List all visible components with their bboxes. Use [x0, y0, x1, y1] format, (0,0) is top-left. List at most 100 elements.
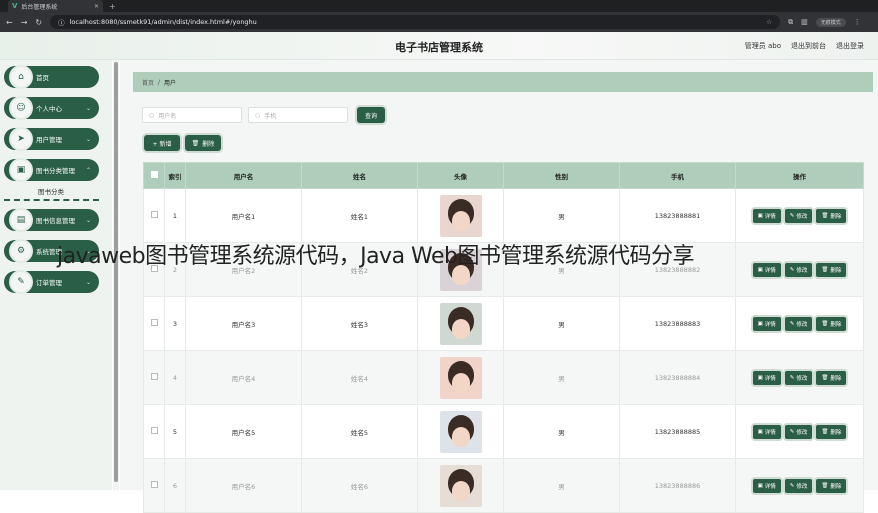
extensions-icon[interactable]: ⧉: [788, 18, 793, 27]
cell-actions: ▣ 详情 ✎ 修改 🗑 删除: [735, 458, 864, 513]
avatar[interactable]: [439, 356, 482, 399]
bookmark-star-icon[interactable]: ☆: [766, 18, 772, 26]
sidebar-item-orders[interactable]: ✎ 订单管理 ⌄: [4, 271, 99, 293]
row-checkbox[interactable]: [143, 404, 165, 459]
row-checkbox[interactable]: [143, 296, 165, 351]
edit-button[interactable]: ✎ 修改: [784, 316, 813, 331]
detail-button[interactable]: ▣ 详情: [752, 370, 781, 385]
breadcrumb: 首页 / 用户: [133, 72, 873, 92]
avatar[interactable]: [439, 410, 482, 453]
new-tab-icon[interactable]: +: [109, 2, 116, 11]
edit-icon: ✎: [789, 266, 795, 273]
cell-index: 1: [164, 188, 186, 243]
cell-name: 姓名6: [301, 458, 418, 513]
edit-label: 修改: [796, 267, 808, 274]
detail-button[interactable]: ▣ 详情: [752, 262, 781, 277]
sidebar-item-users[interactable]: ➤ 用户管理 ⌄: [4, 128, 99, 150]
cell-actions: ▣ 详情 ✎ 修改 🗑 删除: [735, 404, 864, 459]
scrollbar-thumb[interactable]: [114, 62, 118, 482]
edit-button[interactable]: ✎ 修改: [784, 424, 813, 439]
sidebar-item-label: 首页: [36, 74, 49, 82]
cell-gender: 男: [503, 350, 620, 405]
browser-tab[interactable]: V 后台管理系统 ✕: [8, 0, 103, 12]
edit-button[interactable]: ✎ 修改: [784, 478, 813, 493]
detail-button[interactable]: ▣ 详情: [752, 208, 781, 223]
row-checkbox[interactable]: [143, 188, 165, 243]
url-field[interactable]: ⓘ localhost:8080/ssmetk91/admin/dist/ind…: [50, 15, 781, 29]
sidebar: ⌂ 首页 ☺ 个人中心 ⌄ ➤ 用户管理 ⌄ ▣ 图书分类管理 ⌃ 图书分类 ▤…: [0, 60, 112, 490]
cell-index: 6: [164, 458, 186, 513]
chevron-down-icon: ⌄: [85, 278, 91, 286]
forward-icon[interactable]: →: [21, 18, 28, 27]
sidebar-scrollbar[interactable]: [113, 60, 119, 490]
chevron-down-icon: ⌄: [85, 216, 91, 224]
trash-icon: 🗑: [821, 320, 829, 327]
col-header-avatar: 头像: [417, 162, 504, 189]
batch-delete-button[interactable]: 🗑 删除: [185, 135, 221, 151]
back-icon[interactable]: ←: [6, 18, 13, 27]
vue-logo-icon: V: [12, 2, 18, 10]
user-icon: ☺: [11, 98, 31, 118]
breadcrumb-current: 用户: [164, 79, 177, 87]
select-all-checkbox[interactable]: [143, 162, 165, 189]
delete-label: 删除: [830, 375, 842, 382]
sidebar-item-label: 图书信息管理: [36, 217, 75, 225]
username-placeholder: 用户名: [158, 112, 177, 120]
sidepanel-icon[interactable]: ▥: [801, 18, 808, 26]
site-info-icon[interactable]: ⓘ: [58, 17, 65, 27]
detail-icon: ▣: [757, 374, 763, 381]
browser-tab-bar: V 后台管理系统 ✕ +: [0, 0, 878, 12]
menu-icon[interactable]: ⋮: [854, 18, 861, 26]
close-icon[interactable]: ✕: [94, 3, 99, 10]
delete-button[interactable]: 🗑 删除: [816, 262, 847, 277]
detail-label: 详情: [764, 213, 776, 220]
delete-label: 删除: [830, 213, 842, 220]
detail-button[interactable]: ▣ 详情: [752, 424, 781, 439]
sidebar-item-book-category[interactable]: ▣ 图书分类管理 ⌃: [4, 159, 99, 181]
delete-button[interactable]: 🗑 删除: [816, 424, 847, 439]
sidebar-item-label: 用户管理: [36, 136, 62, 144]
delete-button[interactable]: 🗑 删除: [816, 208, 847, 223]
username-search-input[interactable]: ○ 用户名: [142, 107, 242, 123]
admin-label: 管理员 abo: [744, 42, 781, 50]
delete-label: 删除: [830, 321, 842, 328]
app-header: 电子书店管理系统 管理员 abo 退出到前台 退出登录: [0, 32, 878, 60]
sidebar-item-home[interactable]: ⌂ 首页: [4, 66, 99, 88]
edit-icon: ✎: [789, 428, 795, 435]
detail-label: 详情: [764, 375, 776, 382]
edit-button[interactable]: ✎ 修改: [784, 370, 813, 385]
avatar[interactable]: [439, 302, 482, 345]
detail-button[interactable]: ▣ 详情: [752, 316, 781, 331]
edit-icon: ✎: [789, 320, 795, 327]
edit-icon: ✎: [789, 482, 795, 489]
breadcrumb-home[interactable]: 首页: [142, 78, 154, 87]
delete-button[interactable]: 🗑 删除: [816, 478, 847, 493]
add-button[interactable]: + 新增: [144, 135, 180, 151]
table-header-row: 索引 用户名 姓名 头像 性别 手机 操作: [143, 162, 864, 189]
avatar[interactable]: [439, 464, 482, 507]
edit-button[interactable]: ✎ 修改: [784, 262, 813, 277]
sidebar-item-book-info[interactable]: ▤ 图书信息管理 ⌄: [4, 209, 99, 231]
logout-link[interactable]: 退出登录: [836, 41, 864, 51]
cell-phone: 13823888883: [619, 296, 736, 351]
reload-icon[interactable]: ↻: [35, 18, 42, 27]
edit-button[interactable]: ✎ 修改: [784, 208, 813, 223]
row-checkbox[interactable]: [143, 350, 165, 405]
trash-icon: 🗑: [821, 212, 829, 219]
search-button[interactable]: 查询: [357, 107, 385, 123]
avatar[interactable]: [439, 194, 482, 237]
phone-search-input[interactable]: ○ 手机: [248, 107, 348, 123]
delete-button[interactable]: 🗑 删除: [816, 316, 847, 331]
row-checkbox[interactable]: [143, 458, 165, 513]
delete-button[interactable]: 🗑 删除: [816, 370, 847, 385]
sidebar-item-profile[interactable]: ☺ 个人中心 ⌄: [4, 97, 99, 119]
detail-button[interactable]: ▣ 详情: [752, 478, 781, 493]
settings-icon: ⚙: [11, 241, 31, 261]
to-front-link[interactable]: 退出到前台: [791, 41, 826, 51]
main-content: 首页 / 用户 ○ 用户名 ○ 手机 查询 + 新增 🗑 删除 索引 用户名 姓…: [120, 60, 878, 513]
profile-button[interactable]: 无痕模式: [815, 17, 846, 27]
cell-index: 3: [164, 296, 186, 351]
sidebar-subitem-book-category[interactable]: 图书分类: [4, 183, 99, 201]
breadcrumb-separator: /: [158, 78, 161, 86]
book-icon: ▣: [11, 160, 31, 180]
